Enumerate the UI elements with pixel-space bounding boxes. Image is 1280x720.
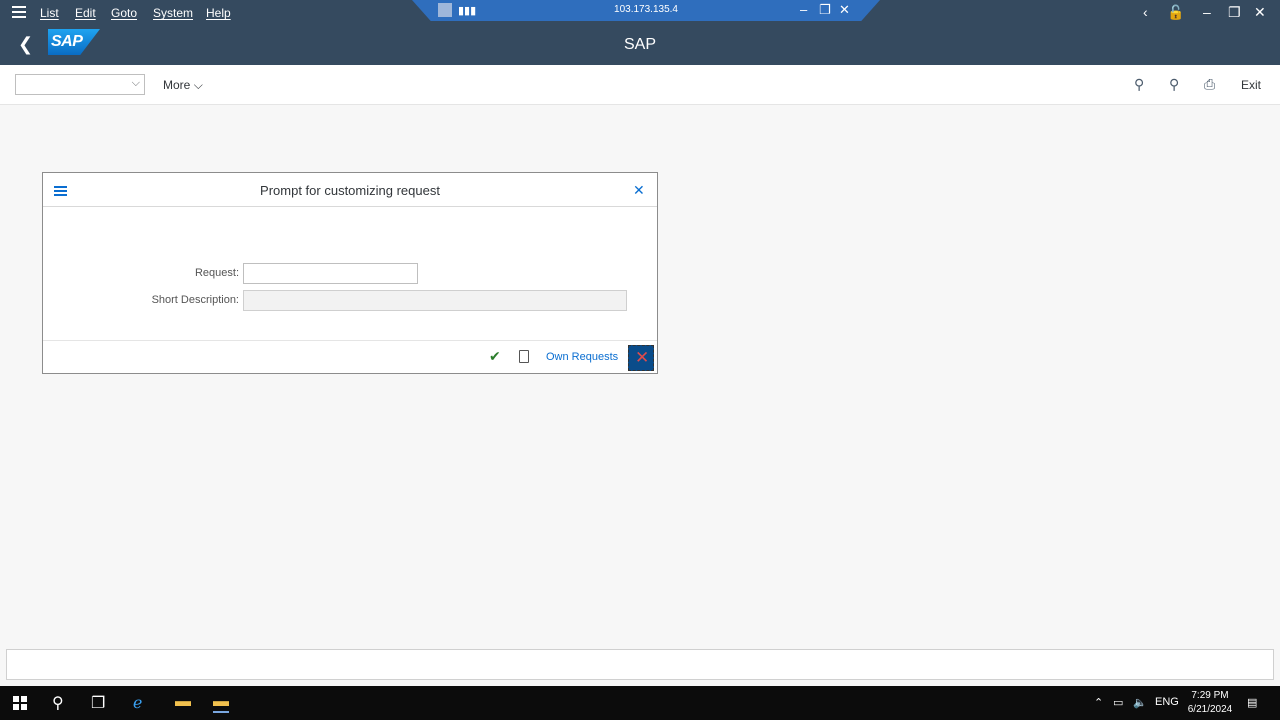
cancel-icon: ✕ — [635, 348, 650, 367]
menu-system[interactable]: System — [153, 6, 193, 20]
exit-button[interactable]: Exit — [1241, 78, 1261, 92]
chevron-down-icon[interactable]: ⌵ — [132, 77, 140, 90]
close-icon[interactable]: ✕ — [633, 182, 645, 199]
dialog-header: Prompt for customizing request ✕ — [43, 173, 657, 207]
customizing-request-dialog: Prompt for customizing request ✕ Request… — [42, 172, 658, 374]
shell-header: ❮ SAP SAP — [0, 25, 1280, 65]
search-icon[interactable]: ⚲ — [52, 693, 64, 713]
rdp-minimize-icon[interactable]: – — [800, 2, 807, 17]
window-restore-icon[interactable]: ❐ — [1228, 4, 1241, 21]
menu-bar: List Edit Goto System Help ▮▮▮ 103.173.1… — [0, 0, 1280, 25]
more-button[interactable]: More ⌵ — [163, 78, 203, 93]
language-indicator[interactable]: ENG — [1155, 696, 1179, 708]
cancel-button[interactable]: ✕ — [628, 345, 654, 371]
application-toolbar: ⌵ More ⌵ ⚲ ⚲ ⎙ Exit — [0, 65, 1280, 105]
notifications-icon[interactable]: ▤ — [1247, 696, 1257, 709]
network-icon[interactable]: ▭ — [1113, 696, 1123, 709]
unlock-icon[interactable]: 🔓 — [1167, 4, 1184, 21]
request-label: Request: — [194, 267, 239, 279]
dialog-title: Prompt for customizing request — [260, 183, 440, 198]
print-icon[interactable]: ⎙ — [1204, 76, 1215, 93]
status-bar — [6, 649, 1274, 680]
own-requests-button[interactable]: Own Requests — [546, 351, 618, 363]
clock[interactable]: 7:29 PM 6/21/2024 — [1180, 689, 1240, 717]
menu-help[interactable]: Help — [206, 6, 231, 20]
checkmark-icon[interactable]: ✔ — [489, 348, 501, 365]
rdp-close-icon[interactable]: ✕ — [839, 2, 850, 18]
task-view-icon[interactable]: ❐ — [91, 693, 105, 713]
tray-expand-icon[interactable]: ⌃ — [1094, 696, 1103, 709]
volume-icon[interactable]: 🔈 — [1133, 696, 1147, 709]
windows-start-icon[interactable] — [13, 696, 27, 710]
remote-connection-bar: ▮▮▮ 103.173.135.4 – ❐ ✕ — [412, 0, 880, 21]
menu-list[interactable]: List — [40, 6, 59, 20]
clock-time: 7:29 PM — [1191, 690, 1229, 701]
menu-goto[interactable]: Goto — [111, 6, 137, 20]
file-explorer-icon[interactable]: ▬ — [175, 693, 191, 711]
new-request-icon[interactable] — [519, 350, 529, 363]
command-field[interactable]: ⌵ — [15, 74, 145, 95]
short-description-field — [243, 290, 627, 311]
hamburger-menu-icon[interactable] — [12, 6, 26, 18]
dialog-footer: ✔ Own Requests ✕ — [43, 340, 657, 374]
window-minimize-icon[interactable]: – — [1203, 4, 1211, 20]
sap-logon-icon[interactable]: ▬ — [213, 693, 229, 713]
short-description-label: Short Description: — [151, 294, 239, 306]
window-close-icon[interactable]: ✕ — [1254, 4, 1266, 21]
clock-date: 6/21/2024 — [1187, 704, 1233, 715]
windows-taskbar: ⚲ ❐ ℯ ▬ ▬ ⌃ ▭ 🔈 ENG 7:29 PM 6/21/2024 ▤ — [0, 686, 1280, 720]
chevron-left-icon[interactable]: ‹ — [1143, 4, 1148, 20]
rdp-restore-icon[interactable]: ❐ — [819, 2, 831, 18]
chevron-down-icon: ⌵ — [193, 78, 203, 92]
request-input[interactable] — [243, 263, 418, 284]
search-next-icon[interactable]: ⚲ — [1169, 76, 1179, 93]
menu-edit[interactable]: Edit — [75, 6, 96, 20]
search-icon[interactable]: ⚲ — [1134, 76, 1144, 93]
shell-title: SAP — [623, 36, 656, 53]
internet-explorer-icon[interactable]: ℯ — [133, 693, 142, 713]
remote-ip: 103.173.135.4 — [614, 4, 678, 15]
